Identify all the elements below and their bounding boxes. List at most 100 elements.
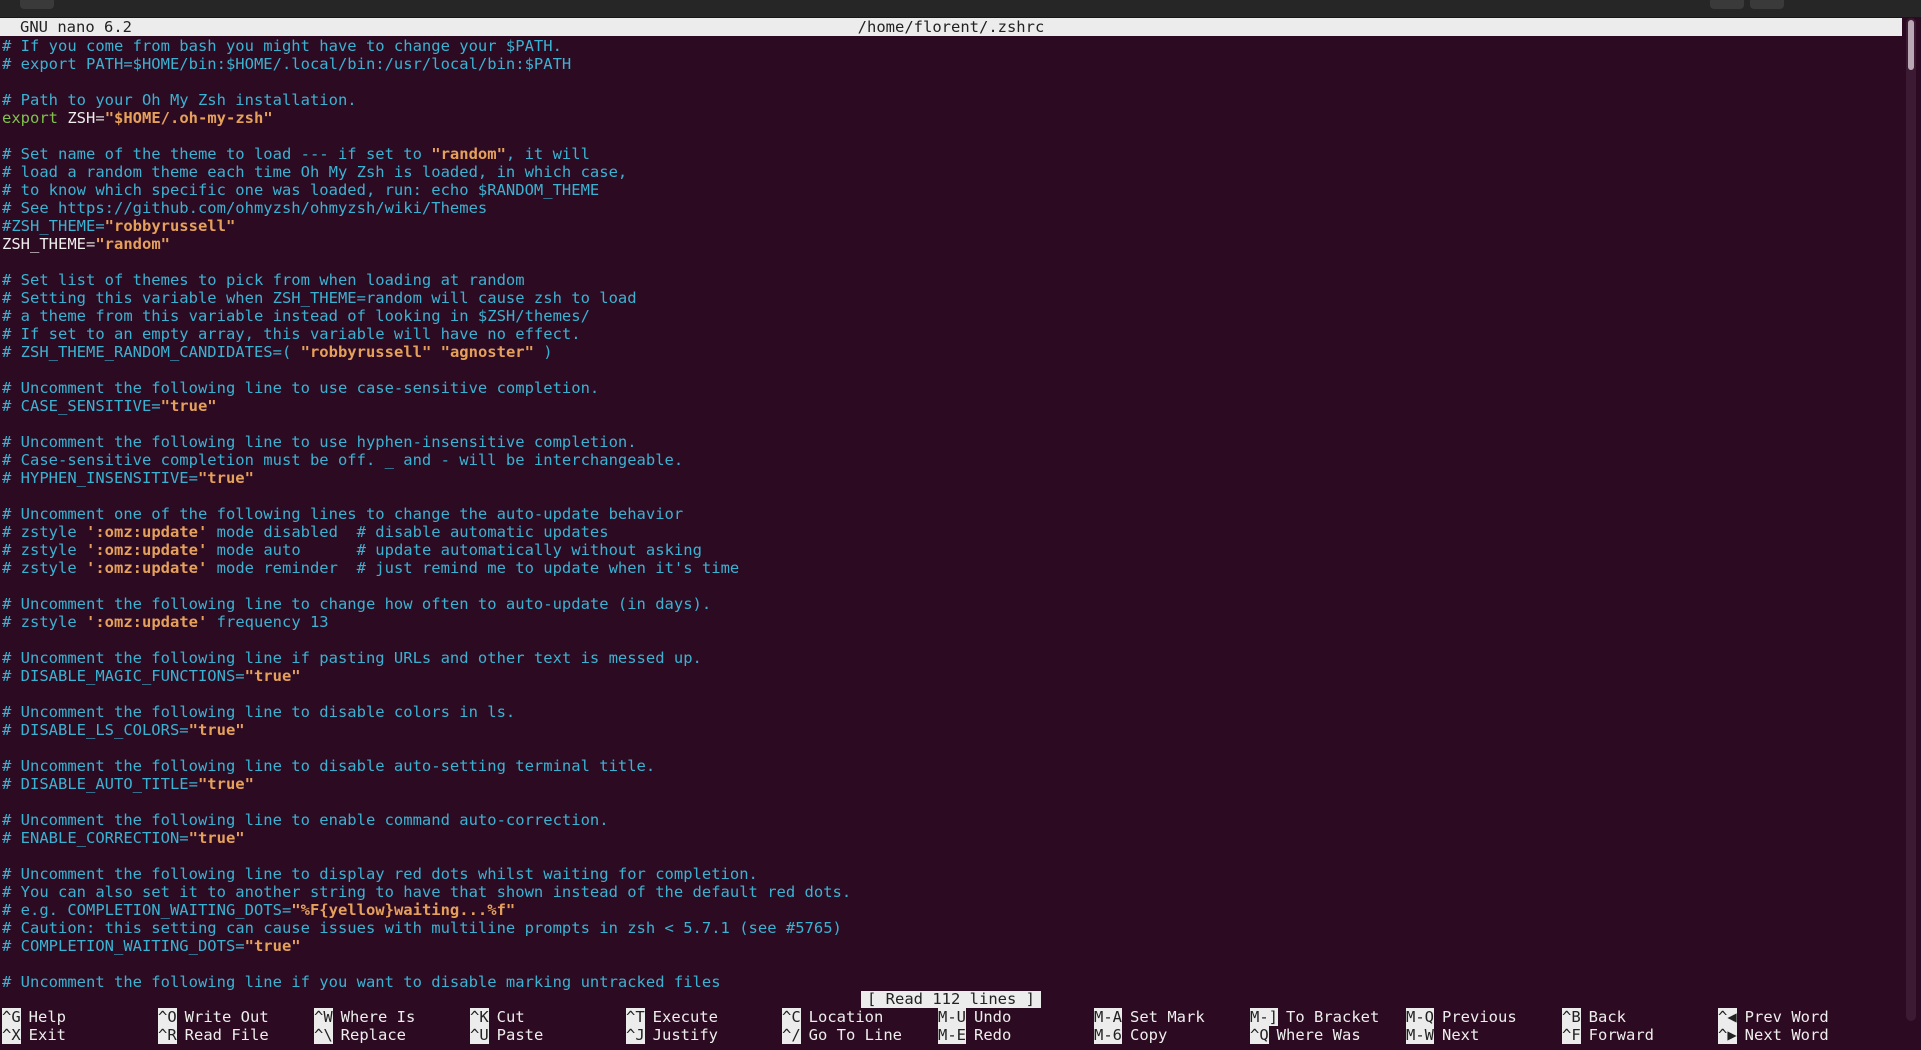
editor-line[interactable]: # zstyle ':omz:update' mode disabled # d… — [2, 523, 851, 541]
code-token: frequency 13 — [207, 613, 329, 631]
editor-line[interactable] — [2, 847, 851, 865]
shortcut-justify[interactable]: ^J Justify — [626, 1026, 718, 1044]
editor-line[interactable]: # See https://github.com/ohmyzsh/ohmyzsh… — [2, 199, 851, 217]
editor-line[interactable] — [2, 793, 851, 811]
editor-line[interactable]: # Uncomment the following line if pastin… — [2, 649, 851, 667]
shortcut-where-is[interactable]: ^W Where Is — [314, 1008, 415, 1026]
scrollbar[interactable] — [1906, 18, 1916, 1021]
editor-line[interactable]: # Uncomment the following line to use ca… — [2, 379, 851, 397]
shortcut-previous[interactable]: M-Q Previous — [1406, 1008, 1517, 1026]
editor-line[interactable]: # a theme from this variable instead of … — [2, 307, 851, 325]
editor-line[interactable]: # Uncomment the following line if you wa… — [2, 973, 851, 991]
editor-line[interactable]: # COMPLETION_WAITING_DOTS="true" — [2, 937, 851, 955]
shortcut-key: ^C — [782, 1008, 801, 1026]
shortcut-go-to-line[interactable]: ^/ Go To Line — [782, 1026, 902, 1044]
editor-line[interactable]: # Setting this variable when ZSH_THEME=r… — [2, 289, 851, 307]
editor-line[interactable]: export ZSH="$HOME/.oh-my-zsh" — [2, 109, 851, 127]
editor-line[interactable]: # Uncomment the following line to enable… — [2, 811, 851, 829]
shortcut-cut[interactable]: ^K Cut — [470, 1008, 525, 1026]
editor-line[interactable]: # Uncomment the following line to displa… — [2, 865, 851, 883]
editor-line[interactable]: # Uncomment the following line to disabl… — [2, 703, 851, 721]
shortcut-key: ^F — [1562, 1026, 1581, 1044]
shortcut-label: Justify — [652, 1026, 718, 1044]
editor-line[interactable] — [2, 577, 851, 595]
shortcut-to-bracket[interactable]: M-] To Bracket — [1250, 1008, 1379, 1026]
code-token: # Caution: this setting can cause issues… — [2, 919, 842, 937]
code-token: "agnoster" — [440, 343, 534, 361]
editor-line[interactable]: # load a random theme each time Oh My Zs… — [2, 163, 851, 181]
editor-line[interactable]: # Caution: this setting can cause issues… — [2, 919, 851, 937]
shortcut-next[interactable]: M-W Next — [1406, 1026, 1479, 1044]
code-token: # a theme from this variable instead of … — [2, 307, 590, 325]
editor-line[interactable]: # Uncomment the following line to use hy… — [2, 433, 851, 451]
editor-line[interactable] — [2, 631, 851, 649]
window-options-button[interactable] — [1750, 0, 1784, 9]
editor-line[interactable]: # ZSH_THEME_RANDOM_CANDIDATES=( "robbyru… — [2, 343, 851, 361]
editor-line[interactable]: # to know which specific one was loaded,… — [2, 181, 851, 199]
shortcut-help[interactable]: ^G Help — [2, 1008, 66, 1026]
editor-line[interactable]: # CASE_SENSITIVE="true" — [2, 397, 851, 415]
window-top-strip — [0, 0, 1921, 17]
shortcut-exit[interactable]: ^X Exit — [2, 1026, 66, 1044]
shortcut-copy[interactable]: M-6 Copy — [1094, 1026, 1167, 1044]
editor-line[interactable]: # export PATH=$HOME/bin:$HOME/.local/bin… — [2, 55, 851, 73]
editor-line[interactable]: # DISABLE_AUTO_TITLE="true" — [2, 775, 851, 793]
shortcut-execute[interactable]: ^T Execute — [626, 1008, 718, 1026]
shortcut-label: Set Mark — [1130, 1008, 1205, 1026]
shortcut-replace[interactable]: ^\ Replace — [314, 1026, 406, 1044]
editor-line[interactable]: # Case-sensitive completion must be off.… — [2, 451, 851, 469]
editor-line[interactable] — [2, 361, 851, 379]
editor-line[interactable]: # HYPHEN_INSENSITIVE="true" — [2, 469, 851, 487]
editor-line[interactable]: # zstyle ':omz:update' mode auto # updat… — [2, 541, 851, 559]
shortcut-read-file[interactable]: ^R Read File — [158, 1026, 269, 1044]
shortcut-set-mark[interactable]: M-A Set Mark — [1094, 1008, 1205, 1026]
editor-line[interactable]: # DISABLE_LS_COLORS="true" — [2, 721, 851, 739]
shortcut-label: Where Was — [1276, 1026, 1361, 1044]
editor-line[interactable] — [2, 73, 851, 91]
editor-line[interactable]: # Path to your Oh My Zsh installation. — [2, 91, 851, 109]
scrollbar-thumb[interactable] — [1908, 20, 1914, 70]
shortcut-write-out[interactable]: ^O Write Out — [158, 1008, 269, 1026]
shortcut-paste[interactable]: ^U Paste — [470, 1026, 543, 1044]
editor-line[interactable]: # Set list of themes to pick from when l… — [2, 271, 851, 289]
shortcut-label: Copy — [1130, 1026, 1168, 1044]
editor-line[interactable]: # zstyle ':omz:update' frequency 13 — [2, 613, 851, 631]
shortcut-undo[interactable]: M-U Undo — [938, 1008, 1011, 1026]
editor-line[interactable] — [2, 739, 851, 757]
editor-line[interactable]: # Uncomment the following line to disabl… — [2, 757, 851, 775]
editor-line[interactable] — [2, 487, 851, 505]
code-token: # Path to your Oh My Zsh installation. — [2, 91, 357, 109]
editor-line[interactable] — [2, 955, 851, 973]
shortcut-location[interactable]: ^C Location — [782, 1008, 883, 1026]
shortcut-forward[interactable]: ^F Forward — [1562, 1026, 1654, 1044]
window-search-button[interactable] — [1710, 0, 1744, 9]
shortcut-back[interactable]: ^B Back — [1562, 1008, 1626, 1026]
editor-line[interactable]: # Uncomment one of the following lines t… — [2, 505, 851, 523]
editor-line[interactable]: # If you come from bash you might have t… — [2, 37, 851, 55]
editor-line[interactable]: # You can also set it to another string … — [2, 883, 851, 901]
editor-line[interactable] — [2, 415, 851, 433]
editor-line[interactable]: #ZSH_THEME="robbyrussell" — [2, 217, 851, 235]
editor-text-area[interactable]: # If you come from bash you might have t… — [2, 37, 851, 991]
editor-line[interactable]: # e.g. COMPLETION_WAITING_DOTS="%F{yello… — [2, 901, 851, 919]
code-token: mode auto # update automatically without… — [207, 541, 702, 559]
shortcut-next-word[interactable]: ^▶ Next Word — [1718, 1026, 1829, 1044]
editor-line[interactable] — [2, 685, 851, 703]
editor-line[interactable]: # Uncomment the following line to change… — [2, 595, 851, 613]
shortcut-redo[interactable]: M-E Redo — [938, 1026, 1011, 1044]
editor-line[interactable]: # Set name of the theme to load --- if s… — [2, 145, 851, 163]
code-token: # zstyle — [2, 541, 86, 559]
shortcut-label: Cut — [496, 1008, 525, 1026]
editor-line[interactable]: # DISABLE_MAGIC_FUNCTIONS="true" — [2, 667, 851, 685]
editor-line[interactable]: # ENABLE_CORRECTION="true" — [2, 829, 851, 847]
editor-line[interactable] — [2, 253, 851, 271]
editor-line[interactable]: # If set to an empty array, this variabl… — [2, 325, 851, 343]
shortcut-prev-word[interactable]: ^◀ Prev Word — [1718, 1008, 1829, 1026]
code-token: "random" — [431, 145, 506, 163]
shortcut-where-was[interactable]: ^Q Where Was — [1250, 1026, 1361, 1044]
window-menu-button[interactable] — [20, 0, 54, 9]
editor-line[interactable]: # zstyle ':omz:update' mode reminder # j… — [2, 559, 851, 577]
shortcut-label: Prev Word — [1744, 1008, 1829, 1026]
editor-line[interactable]: ZSH_THEME="random" — [2, 235, 851, 253]
editor-line[interactable] — [2, 127, 851, 145]
